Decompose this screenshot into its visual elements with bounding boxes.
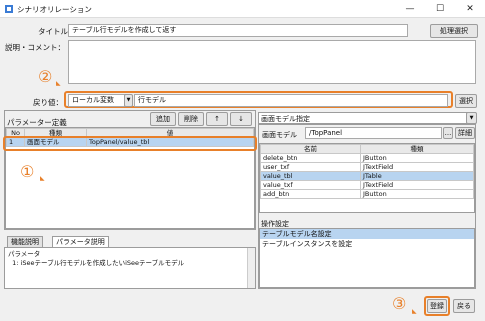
table-row[interactable]: value_txf JTextField	[260, 180, 474, 190]
callout-one-arrow: ◣	[40, 175, 45, 182]
chevron-down-icon[interactable]: ▼	[124, 94, 133, 107]
table-row[interactable]: delete_btn JButton	[260, 153, 474, 163]
callout-two: ②	[38, 67, 53, 86]
component-col-name: 名前	[260, 144, 361, 154]
callout-one: ①	[20, 162, 35, 181]
title-bar: シナリオリレーション — ☐ ✕	[0, 0, 485, 18]
app-icon	[5, 5, 13, 13]
title-input[interactable]: テーブル行モデルを作成して返す	[68, 24, 408, 37]
component-type: JButton	[360, 153, 474, 163]
back-button[interactable]: 戻る	[453, 299, 475, 313]
component-name: value_txf	[260, 180, 361, 190]
screen-model-header: 画面モデル指定	[261, 115, 310, 123]
param-delete-button[interactable]: 削除	[178, 112, 204, 126]
return-value-input[interactable]: 行モデル	[134, 94, 448, 107]
component-name: delete_btn	[260, 153, 361, 163]
help-panel: パラメータ 1: iSeeテーブル行モデルを作成したいiSeeテーブルモデル	[4, 247, 256, 289]
component-table-area: 名前 種類 delete_btn JButton user_txf JTextF…	[259, 143, 475, 213]
close-button[interactable]: ✕	[457, 2, 483, 16]
list-item[interactable]: テーブルモデル名設定	[260, 229, 474, 239]
callout-three: ③	[392, 294, 407, 313]
param-down-button[interactable]: ↓	[230, 112, 252, 126]
component-name: add_btn	[260, 189, 361, 199]
comment-textarea[interactable]	[68, 40, 476, 84]
help-scrollbar[interactable]	[247, 248, 255, 288]
browse-button[interactable]: ...	[443, 127, 453, 139]
detail-button[interactable]: 詳細	[455, 127, 475, 139]
table-row[interactable]: add_btn JButton	[260, 189, 474, 199]
screen-model-select[interactable]: 画面モデル指定	[258, 112, 476, 124]
component-name: value_tbl	[260, 171, 361, 181]
register-button[interactable]: 登録	[427, 299, 447, 313]
component-col-type: 種類	[360, 144, 474, 154]
component-table: 名前 種類 delete_btn JButton user_txf JTextF…	[260, 144, 474, 199]
tab-parameter-description[interactable]: パラメータ説明	[52, 236, 109, 247]
list-item[interactable]: テーブルインスタンスを設定	[260, 239, 474, 249]
param-add-button[interactable]: 追加	[150, 112, 176, 126]
screen-model-label: 画面モデル	[262, 131, 297, 139]
comment-label: 説明・コメント：	[5, 43, 65, 52]
screen-model-input[interactable]: /TopPanel	[305, 127, 442, 139]
return-type-select[interactable]: ローカル変数	[68, 94, 128, 107]
component-type: JTextField	[360, 180, 474, 190]
table-row[interactable]: value_tbl JTable	[260, 171, 474, 181]
component-name: user_txf	[260, 162, 361, 172]
chevron-down-icon[interactable]: ▼	[466, 112, 477, 124]
callout-two-arrow: ◣	[56, 80, 61, 87]
ops-list: テーブルモデル名設定 テーブルインスタンスを設定	[259, 228, 475, 288]
help-line-1: パラメータ	[8, 250, 41, 258]
help-line-2: 1: iSeeテーブル行モデルを作成したいiSeeテーブルモデル	[8, 259, 185, 267]
callout-three-arrow: ◣	[412, 308, 417, 315]
maximize-button[interactable]: ☐	[427, 2, 453, 16]
table-row[interactable]: user_txf JTextField	[260, 162, 474, 172]
component-type: JTable	[360, 171, 474, 181]
window-title: シナリオリレーション	[17, 5, 92, 14]
process-select-button[interactable]: 処理選択	[430, 24, 478, 38]
component-type: JButton	[360, 189, 474, 199]
return-label: 戻り値：	[33, 98, 63, 107]
return-select-button[interactable]: 選択	[455, 94, 477, 108]
return-type-value: ローカル変数	[72, 96, 114, 104]
param-up-button[interactable]: ↑	[206, 112, 228, 126]
tab-function-description[interactable]: 機能説明	[7, 236, 43, 247]
component-type: JTextField	[360, 162, 474, 172]
param-row-highlight	[3, 136, 257, 151]
minimize-button[interactable]: —	[397, 2, 423, 16]
